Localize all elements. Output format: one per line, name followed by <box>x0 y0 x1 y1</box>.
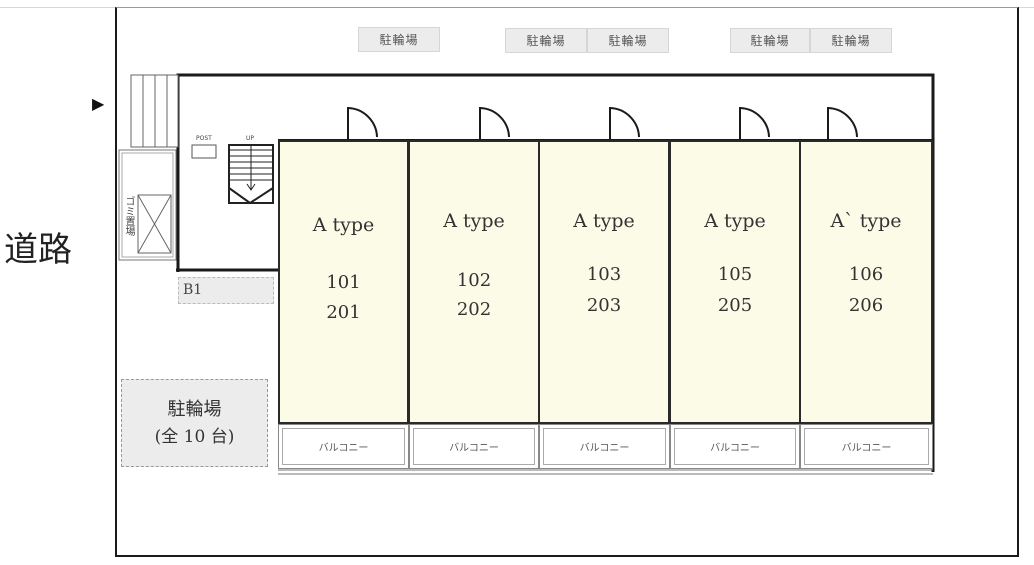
unit-room-lower: 102 <box>456 270 492 291</box>
balcony-label: バルコニー <box>710 443 760 454</box>
up-label: UP <box>246 135 255 142</box>
bike-parking-area: 駐輪場 (全 10 台) <box>121 379 268 467</box>
unit-room-upper: 202 <box>456 299 492 320</box>
unit-room-upper: 203 <box>586 295 622 316</box>
balcony-101: バルコニー <box>278 424 409 469</box>
balcony-label: バルコニー <box>579 443 630 454</box>
unit-room-lower: 106 <box>848 264 884 285</box>
unit-room-upper: 201 <box>326 302 361 323</box>
unit-room-lower: 105 <box>717 264 753 285</box>
balcony-label: バルコニー <box>449 443 499 454</box>
balcony-102: バルコニー <box>409 424 539 469</box>
garbage-label: ゴミ置場 <box>123 196 134 236</box>
unit-type: A type <box>443 210 505 232</box>
unit-type: A type <box>312 214 375 236</box>
unit-102: A type 102 202 <box>408 140 540 424</box>
unit-room-upper: 206 <box>848 295 884 316</box>
unit-type: A` type <box>830 210 902 232</box>
balcony-103: バルコニー <box>539 424 670 469</box>
unit-106: A` type 106 206 <box>799 140 933 424</box>
unit-type: A type <box>573 210 635 232</box>
balcony-106: バルコニー <box>800 424 933 469</box>
b1-label: B1 <box>183 282 203 298</box>
unit-type: A type <box>704 210 766 232</box>
balcony-105: バルコニー <box>670 424 800 469</box>
unit-room-lower: 103 <box>586 264 622 285</box>
balcony-label: バルコニー <box>841 443 892 454</box>
bike-parking-capacity: (全 10 台) <box>154 427 235 447</box>
unit-105: A type 105 205 <box>669 140 801 424</box>
unit-room-lower: 101 <box>326 272 361 293</box>
bike-parking-label: 駐輪場 <box>167 399 222 420</box>
balcony-label: バルコニー <box>318 443 369 454</box>
unit-101: A type 101 201 <box>278 140 409 424</box>
unit-room-upper: 205 <box>717 295 753 316</box>
unit-103: A type 103 203 <box>538 140 670 424</box>
post-label: POST <box>196 135 212 142</box>
